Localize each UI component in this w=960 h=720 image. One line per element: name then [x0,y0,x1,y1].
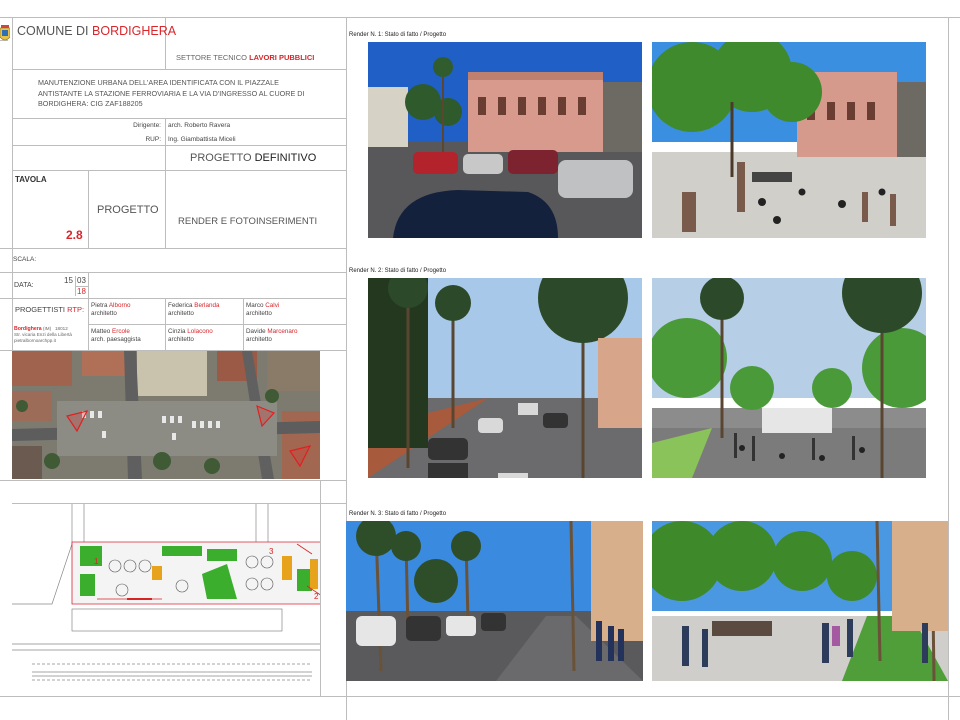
render-1-project-photo [652,42,926,238]
rtp-label: RTP: [67,305,85,314]
data-day: 15 [64,276,73,285]
frame-top-line [0,17,960,18]
plan-marker: 3 [269,547,274,556]
frame-bottom-line [0,696,960,697]
progetto-prefix: PROGETTO [190,152,252,164]
designer: Pietra Alborno architetto [91,302,131,317]
office-address: Bordighera (IM) 18012 Str. vicaria Enzi … [14,326,72,343]
designer: Marco Calvi architetto [246,302,280,317]
designer: Cinzia Lolacono architetto [168,328,213,343]
rup-value: Ing. Giambattista Miceli [168,136,236,143]
data-label: DATA: [14,282,34,289]
site-plan: 3 2 1 [12,504,320,694]
frame-right-line [948,17,949,720]
render-2-project-photo [652,278,926,478]
tavola-number: 2.8 [66,228,83,242]
settore-prefix: SETTORE TECNICO [176,53,247,62]
settore-name: LAVORI PUBBLICI [249,53,315,62]
plan-marker: 2 [314,592,319,601]
comune-name: BORDIGHERA [92,24,177,38]
description-line: BORDIGHERA: CIG ZAF188205 [38,99,143,108]
designer: Matteo Ercole arch. paesaggista [91,328,141,343]
section-label: PROGETTO [97,204,159,216]
project-description: MANUTENZIONE URBANA DELL'AREA IDENTIFICA… [38,78,304,110]
designer: Federica Berlanda architetto [168,302,220,317]
data-month: 03 [77,276,86,285]
comune-title: COMUNE DI BORDIGHERA [17,24,176,38]
comune-logo [0,24,11,44]
settore-title: SETTORE TECNICO LAVORI PUBBLICI [176,53,315,63]
comune-prefix: COMUNE DI [17,24,89,38]
render-caption: Render N. 3: Stato di fatto / Progetto [349,511,447,517]
description-line: MANUTENZIONE URBANA DELL'AREA IDENTIFICA… [38,78,279,87]
designer: Davide Marcenaro architetto [246,328,298,343]
progetto-type-value: DEFINITIVO [254,152,317,164]
progetto-type: PROGETTO DEFINITIVO [190,152,316,165]
render-2-existing-photo [368,278,642,478]
rup-label: RUP: [145,136,161,143]
render-3-existing-photo [346,521,643,681]
render-1-existing-photo [368,42,642,238]
render-3-project-photo [652,521,948,681]
progettisti-text: PROGETTISTI [15,305,66,314]
aerial-map [12,351,320,479]
render-caption: Render N. 1: Stato di fatto / Progetto [349,32,447,38]
render-label: RENDER E FOTOINSERIMENTI [178,216,318,227]
data-year: 18 [77,287,86,296]
progettisti-label: PROGETTISTI RTP: [15,305,85,315]
dirigente-label: Dirigente: [133,122,161,129]
dirigente-value: arch. Roberto Ravera [168,122,231,129]
plan-marker: 1 [94,557,99,566]
scala-label: SCALA: [13,256,37,263]
description-line: ANTISTANTE LA STAZIONE FERROVIARIA E LA … [38,88,305,98]
render-caption: Render N. 2: Stato di fatto / Progetto [349,268,447,274]
tavola-label: TAVOLA [15,175,47,184]
